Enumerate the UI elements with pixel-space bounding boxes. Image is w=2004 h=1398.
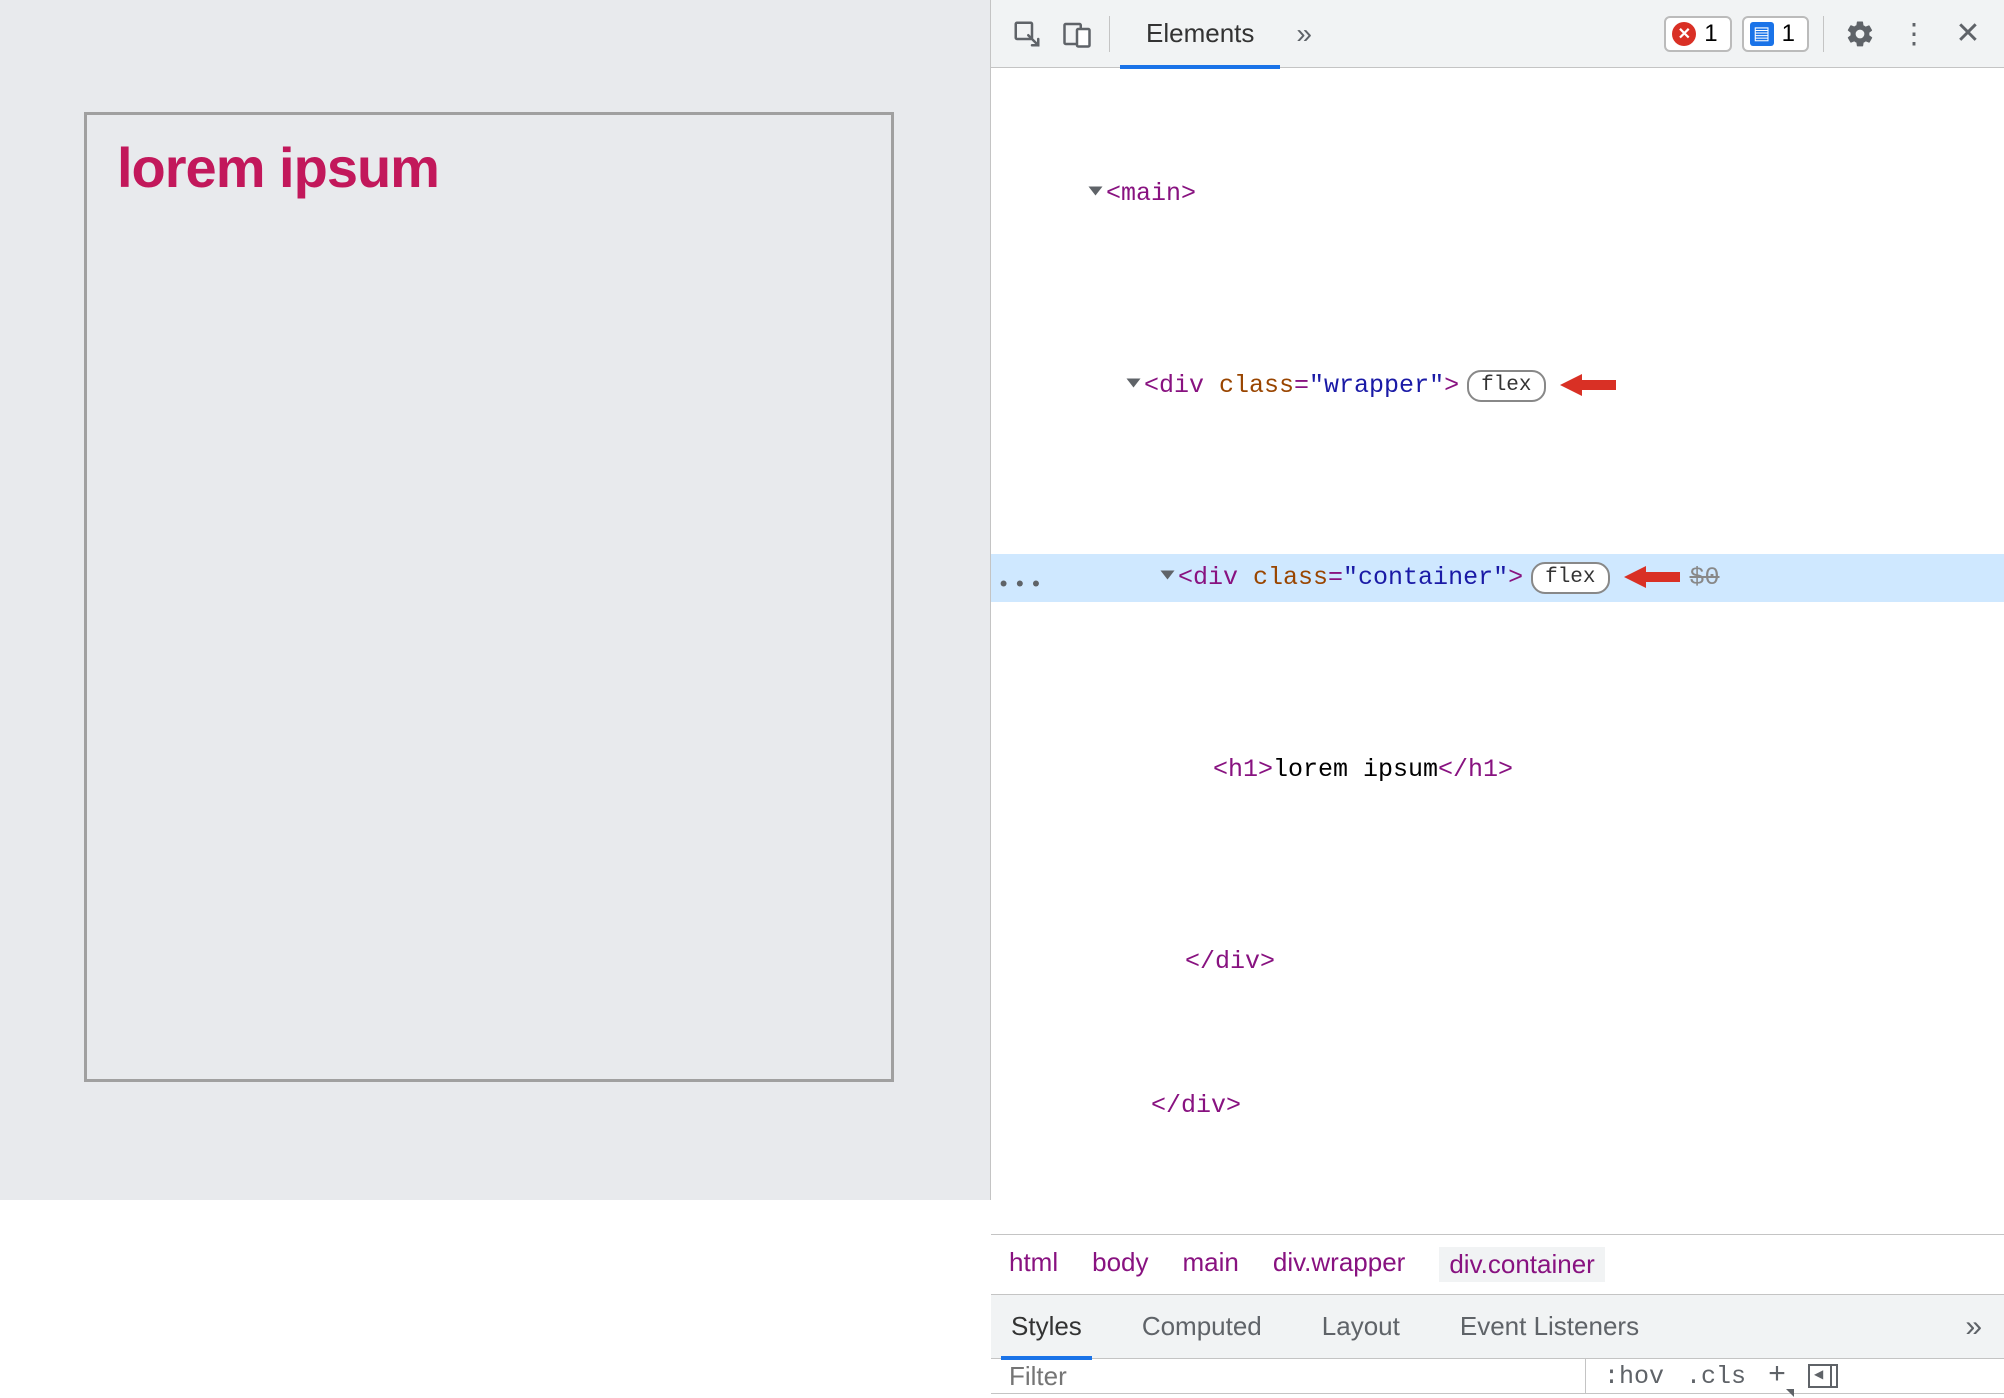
crumb-body[interactable]: body (1092, 1247, 1148, 1282)
dom-node-main[interactable]: <main> (991, 170, 2004, 218)
dom-node-h1[interactable]: <h1>lorem ipsum</h1> (991, 746, 2004, 794)
flex-badge[interactable]: flex (1467, 370, 1545, 402)
message-count: 1 (1782, 20, 1795, 48)
settings-icon[interactable] (1838, 12, 1882, 56)
preview-heading: lorem ipsum (117, 135, 861, 200)
selected-node-token: $0 (1690, 563, 1720, 592)
dom-node-wrapper-close[interactable]: </div> (991, 1082, 2004, 1130)
message-badge[interactable]: ▤ 1 (1742, 16, 1809, 52)
devtools-panel: Elements » ✕ 1 ▤ 1 ⋮ ✕ <main> <div class… (990, 0, 2004, 1200)
close-icon[interactable]: ✕ (1946, 12, 1990, 56)
styles-filter-bar: :hov .cls + (991, 1359, 2004, 1394)
dom-breadcrumb: html body main div.wrapper div.container (991, 1235, 2004, 1295)
computed-panel-icon[interactable] (1808, 1364, 1838, 1388)
preview-container: lorem ipsum (84, 112, 894, 1082)
tab-computed[interactable]: Computed (1132, 1295, 1272, 1359)
tab-layout[interactable]: Layout (1312, 1295, 1410, 1359)
tab-styles[interactable]: Styles (1001, 1295, 1092, 1359)
toolbar-separator (1823, 16, 1824, 52)
message-icon: ▤ (1750, 22, 1774, 46)
new-rule-button[interactable]: + (1768, 1359, 1786, 1393)
dom-node-container[interactable]: •••<div class="container">flex$0 (991, 554, 2004, 602)
error-count: 1 (1704, 20, 1717, 48)
crumb-html[interactable]: html (1009, 1247, 1058, 1282)
page-preview: lorem ipsum (0, 0, 990, 1200)
kebab-icon[interactable]: ⋮ (1892, 12, 1936, 56)
crumb-container[interactable]: div.container (1439, 1247, 1605, 1282)
dom-tree[interactable]: <main> <div class="wrapper">flex •••<div… (991, 68, 2004, 1235)
styles-tabs: Styles Computed Layout Event Listeners » (991, 1295, 2004, 1359)
error-icon: ✕ (1672, 22, 1696, 46)
toolbar-separator (1109, 16, 1110, 52)
dom-node-container-close[interactable]: </div> (991, 938, 2004, 986)
error-badge[interactable]: ✕ 1 (1664, 16, 1731, 52)
cls-toggle[interactable]: .cls (1686, 1362, 1746, 1391)
crumb-wrapper[interactable]: div.wrapper (1273, 1247, 1405, 1282)
styles-filter-input[interactable] (991, 1359, 1586, 1393)
crumb-main[interactable]: main (1183, 1247, 1239, 1282)
styles-tabs-overflow-icon[interactable]: » (1953, 1310, 1994, 1344)
tabs-overflow-icon[interactable]: » (1286, 18, 1322, 50)
device-toggle-icon[interactable] (1055, 12, 1099, 56)
devtools-toolbar: Elements » ✕ 1 ▤ 1 ⋮ ✕ (991, 0, 2004, 68)
inspect-icon[interactable] (1005, 12, 1049, 56)
tab-event-listeners[interactable]: Event Listeners (1450, 1295, 1649, 1359)
annotation-arrow-icon (1624, 562, 1680, 592)
tab-elements[interactable]: Elements (1120, 0, 1280, 68)
dom-node-wrapper[interactable]: <div class="wrapper">flex (991, 362, 2004, 410)
flex-badge[interactable]: flex (1531, 562, 1609, 594)
hov-toggle[interactable]: :hov (1604, 1362, 1664, 1391)
annotation-arrow-icon (1560, 370, 1616, 400)
